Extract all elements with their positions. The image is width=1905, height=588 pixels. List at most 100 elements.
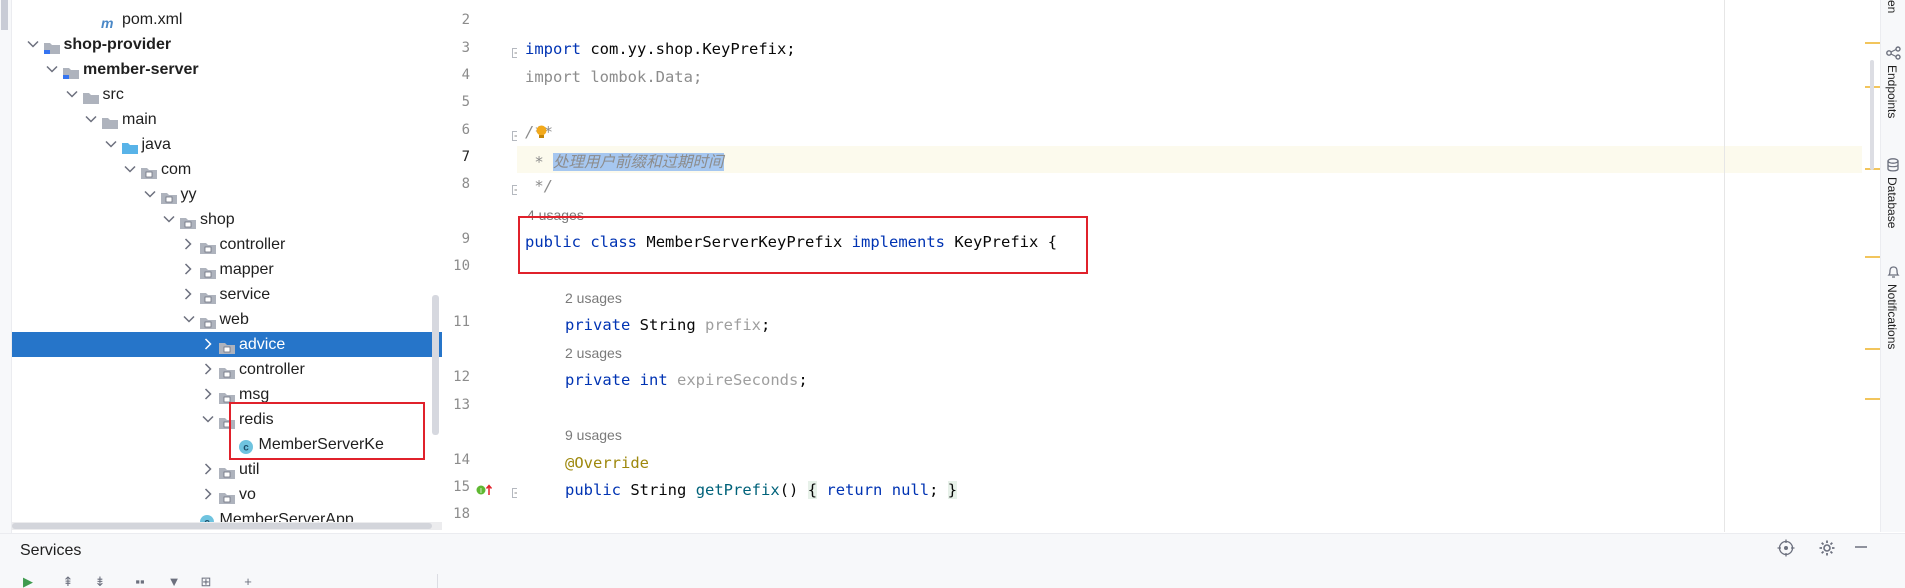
filter-icon[interactable]: ▼ bbox=[166, 576, 182, 588]
maven-file-icon: m bbox=[101, 13, 119, 31]
line-number: 9 bbox=[461, 231, 470, 247]
tree-item-shop[interactable]: shop bbox=[12, 207, 442, 232]
chevron-down-icon[interactable] bbox=[84, 107, 98, 132]
strip-handle[interactable] bbox=[1, 0, 8, 30]
tree-item-com[interactable]: com bbox=[12, 157, 442, 182]
override-annotation: @Override bbox=[565, 454, 649, 472]
group-icon[interactable]: ▪▪ bbox=[132, 576, 148, 588]
expire-usages-hint[interactable]: 2 usages bbox=[565, 345, 622, 361]
chevron-down-icon[interactable] bbox=[201, 407, 215, 432]
services-splitter[interactable] bbox=[437, 574, 438, 588]
services-title: Services bbox=[20, 542, 82, 559]
tree-item-util[interactable]: util bbox=[12, 457, 442, 482]
chevron-right-icon[interactable] bbox=[182, 282, 196, 307]
tree-item-web[interactable]: web bbox=[12, 307, 442, 332]
tree-item-yy[interactable]: yy bbox=[12, 182, 442, 207]
package-icon bbox=[218, 338, 236, 354]
chevron-down-icon[interactable] bbox=[65, 82, 79, 107]
right-tool-strip: ven Endpoints Database Notifications bbox=[1880, 0, 1905, 532]
package-icon bbox=[199, 288, 217, 304]
method-name[interactable]: getPrefix bbox=[696, 481, 780, 499]
package-icon bbox=[199, 263, 217, 279]
chevron-right-icon[interactable] bbox=[201, 382, 215, 407]
target-icon[interactable] bbox=[1775, 539, 1797, 561]
import-line-1: import com.yy.shop.KeyPrefix; bbox=[525, 40, 796, 58]
prefix-usages-hint[interactable]: 2 usages bbox=[565, 290, 622, 306]
right-margin-guide bbox=[1724, 0, 1725, 532]
line-number: 6 bbox=[461, 122, 470, 138]
tree-item-vo[interactable]: vo bbox=[12, 482, 442, 507]
tree-item-label: controller bbox=[239, 361, 305, 378]
tree-item-label: controller bbox=[219, 236, 286, 253]
new-tab-icon[interactable]: ⊞ bbox=[198, 576, 214, 588]
chevron-down-icon[interactable] bbox=[182, 307, 196, 332]
line-number: 8 bbox=[461, 176, 470, 192]
tree-item-main[interactable]: main bbox=[12, 107, 442, 132]
module-icon bbox=[62, 63, 80, 79]
package-icon bbox=[160, 188, 178, 204]
gear-icon[interactable] bbox=[1816, 539, 1838, 561]
tree-item-advice[interactable]: advice bbox=[12, 332, 442, 357]
tree-item-controller[interactable]: controller bbox=[12, 357, 442, 382]
line-number: 3 bbox=[461, 40, 470, 56]
tree-item-src[interactable]: src bbox=[12, 82, 442, 107]
folded-body-open[interactable]: { bbox=[807, 481, 818, 499]
tree-item-label: service bbox=[219, 286, 271, 303]
tree-item-service[interactable]: service bbox=[12, 282, 442, 307]
tree-horizontal-scrollbar[interactable] bbox=[12, 522, 442, 530]
line-number: 2 bbox=[461, 12, 470, 28]
tree-item-label: shop-provider bbox=[63, 36, 172, 53]
collapse-all-icon[interactable]: ⇞ bbox=[60, 576, 76, 588]
javadoc-close: */ bbox=[525, 177, 553, 195]
tree-vertical-scrollbar[interactable] bbox=[432, 295, 439, 435]
lightbulb-icon[interactable] bbox=[535, 125, 548, 139]
package-icon bbox=[140, 163, 158, 179]
chevron-right-icon[interactable] bbox=[201, 482, 215, 507]
tree-item-member-server[interactable]: member-server bbox=[12, 57, 442, 82]
chevron-down-icon[interactable] bbox=[104, 132, 118, 157]
chevron-right-icon[interactable] bbox=[201, 457, 215, 482]
chevron-right-icon[interactable] bbox=[182, 257, 196, 282]
error-stripe[interactable] bbox=[1862, 0, 1880, 532]
svg-text:m: m bbox=[101, 16, 113, 30]
folded-body-close[interactable]: } bbox=[947, 481, 958, 499]
chevron-right-icon[interactable] bbox=[201, 357, 215, 382]
chevron-right-icon[interactable] bbox=[182, 232, 196, 257]
tree-item-pom.xml[interactable]: m pom.xml bbox=[12, 7, 442, 32]
line-number: 5 bbox=[461, 94, 470, 110]
package-icon bbox=[218, 363, 236, 379]
implements-method-icon[interactable]: I bbox=[476, 483, 496, 502]
database-icon bbox=[1887, 158, 1899, 175]
chevron-down-icon[interactable] bbox=[26, 32, 40, 57]
source-folder-icon bbox=[121, 138, 139, 154]
run-icon[interactable]: ▶ bbox=[20, 576, 36, 588]
module-icon bbox=[43, 38, 61, 54]
line-number: 7 bbox=[461, 149, 470, 165]
chevron-down-icon[interactable] bbox=[162, 207, 176, 232]
svg-text:I: I bbox=[480, 488, 482, 495]
tree-item-java[interactable]: java bbox=[12, 132, 442, 157]
expand-all-icon[interactable]: ⇟ bbox=[92, 576, 108, 588]
package-icon bbox=[218, 488, 236, 504]
chevron-down-icon[interactable] bbox=[143, 182, 157, 207]
line-number: 12 bbox=[453, 369, 470, 385]
tree-item-label: util bbox=[239, 461, 260, 478]
tree-item-shop-provider[interactable]: shop-provider bbox=[12, 32, 442, 57]
chevron-down-icon[interactable] bbox=[45, 57, 59, 82]
chevron-down-icon[interactable] bbox=[123, 157, 137, 182]
tree-item-mapper[interactable]: mapper bbox=[12, 257, 442, 282]
minimize-icon[interactable] bbox=[1850, 539, 1872, 561]
tree-item-controller[interactable]: controller bbox=[12, 232, 442, 257]
method-usages-hint[interactable]: 9 usages bbox=[565, 427, 622, 443]
line-number: 15 bbox=[453, 479, 470, 495]
field-expire: private int expireSeconds; bbox=[565, 371, 808, 389]
services-panel: Services ▶ ⇞ ⇟ ▪▪ ▼ ⊞ + bbox=[0, 533, 1905, 588]
selected-javadoc-text[interactable]: 处理用户前缀和过期时间 bbox=[553, 153, 724, 171]
method-getprefix: public String getPrefix() { return null;… bbox=[565, 481, 958, 499]
package-icon bbox=[218, 388, 236, 404]
highlight-box-redis bbox=[229, 402, 425, 460]
folder-icon bbox=[101, 113, 119, 129]
editor-scroll-thumb[interactable] bbox=[1870, 60, 1874, 170]
chevron-right-icon[interactable] bbox=[201, 332, 215, 357]
add-icon[interactable]: + bbox=[240, 576, 256, 588]
